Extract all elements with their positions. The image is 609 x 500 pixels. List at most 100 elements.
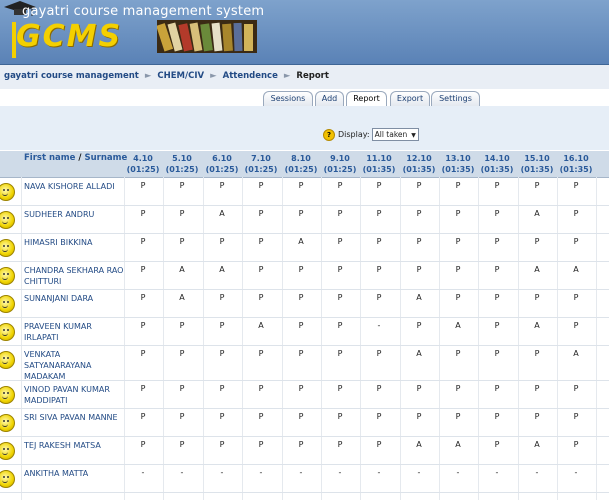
breadcrumb-current: Report	[296, 71, 329, 81]
attendance-mark: P	[219, 181, 225, 190]
attendance-mark: -	[456, 468, 460, 477]
attendance-mark: -	[180, 468, 184, 477]
session-date: 16.10	[563, 154, 589, 163]
column-divider	[518, 177, 519, 500]
student-name-link[interactable]: NAVA KISHORE ALLADI	[24, 181, 124, 192]
session-time: (01:35)	[480, 165, 514, 174]
session-time: (01:35)	[441, 165, 475, 174]
site-logo[interactable]: GCMS	[16, 16, 122, 58]
attendance-mark: P	[494, 384, 500, 393]
attendance-mark: P	[573, 321, 579, 330]
attendance-mark: P	[494, 412, 500, 421]
row-divider	[0, 261, 609, 262]
attendance-mark: P	[376, 349, 382, 358]
filter-panel	[0, 106, 609, 150]
attendance-mark: P	[376, 265, 382, 274]
tab-export[interactable]: Export	[390, 91, 430, 106]
user-avatar-icon[interactable]	[0, 414, 15, 432]
column-divider	[21, 177, 22, 500]
session-date: 6.10	[212, 154, 232, 163]
row-divider	[0, 289, 609, 290]
session-column-header: 15.10 (01:35)	[517, 153, 557, 175]
session-time: (01:25)	[165, 165, 199, 174]
column-divider	[203, 177, 204, 500]
attendance-mark: P	[376, 412, 382, 421]
sort-surname-link[interactable]: Surname	[84, 153, 127, 163]
user-avatar-icon[interactable]	[0, 267, 15, 285]
breadcrumb: gayatri course management ► CHEM/CIV ► Atten…	[4, 71, 329, 81]
tab-report[interactable]: Report	[346, 91, 387, 106]
student-name-link[interactable]: PRAVEEN KUMAR IRLAPATI	[24, 321, 124, 343]
breadcrumb-attendance[interactable]: Attendence	[223, 71, 278, 81]
student-name-link[interactable]: SUDHEER ANDRU	[24, 209, 124, 220]
attendance-mark: P	[455, 293, 461, 302]
attendance-mark: P	[376, 237, 382, 246]
attendance-mark: P	[494, 321, 500, 330]
session-date: 13.10	[445, 154, 471, 163]
row-divider	[0, 436, 609, 437]
attendance-mark: P	[258, 293, 264, 302]
student-name-link[interactable]: VENKATA SATYANARAYANA MADAKAM	[24, 349, 124, 382]
student-name-link[interactable]: VINOD PAVAN KUMAR MADDIPATI	[24, 384, 124, 406]
tab-settings[interactable]: Settings	[431, 91, 480, 106]
student-name-link[interactable]: SUNANJANI DARA	[24, 293, 124, 304]
attendance-mark: -	[338, 468, 342, 477]
user-avatar-icon[interactable]	[0, 183, 15, 201]
user-avatar-icon[interactable]	[0, 295, 15, 313]
help-icon[interactable]: ?	[323, 128, 335, 141]
breadcrumb-course[interactable]: CHEM/CIV	[157, 71, 204, 81]
attendance-mark: P	[337, 209, 343, 218]
attendance-mark: P	[298, 321, 304, 330]
user-avatar-icon[interactable]	[0, 239, 15, 257]
attendance-mark: A	[534, 321, 540, 330]
session-date: 14.10	[484, 154, 510, 163]
session-date: 8.10	[291, 154, 311, 163]
row-divider	[0, 464, 609, 465]
attendance-mark: P	[494, 349, 500, 358]
attendance-mark: A	[416, 293, 422, 302]
attendance-mark: P	[455, 384, 461, 393]
student-name-link[interactable]: HIMASRI BIKKINA	[24, 237, 124, 248]
student-name-link[interactable]: ANKITHA MATTA	[24, 468, 124, 479]
attendance-mark: A	[573, 265, 579, 274]
attendance-mark: P	[219, 349, 225, 358]
column-divider	[557, 177, 558, 500]
session-column-header: 16.10 (01:35)	[556, 153, 596, 175]
session-column-header: 7.10 (01:25)	[241, 153, 281, 175]
attendance-mark: P	[494, 237, 500, 246]
attendance-mark: A	[179, 293, 185, 302]
attendance-mark: -	[299, 468, 303, 477]
student-name-link[interactable]: TEJ RAKESH MATSA	[24, 440, 124, 451]
student-name-link[interactable]: SRI SIVA PAVAN MANNE	[24, 412, 124, 423]
attendance-mark: P	[416, 265, 422, 274]
attendance-mark: P	[219, 384, 225, 393]
attendance-mark: P	[494, 209, 500, 218]
attendance-mark: -	[417, 468, 421, 477]
user-avatar-icon[interactable]	[0, 470, 15, 488]
user-avatar-icon[interactable]	[0, 323, 15, 341]
session-date: 9.10	[330, 154, 350, 163]
attendance-mark: P	[337, 237, 343, 246]
attendance-mark: P	[416, 384, 422, 393]
attendance-mark: P	[376, 384, 382, 393]
sort-first-name-link[interactable]: First name	[24, 153, 75, 163]
user-avatar-icon[interactable]	[0, 211, 15, 229]
attendance-mark: A	[219, 265, 225, 274]
attendance-mark: P	[573, 181, 579, 190]
breadcrumb-site[interactable]: gayatri course management	[4, 71, 139, 81]
user-avatar-icon[interactable]	[0, 351, 15, 369]
attendance-mark: P	[179, 412, 185, 421]
attendance-mark: P	[258, 384, 264, 393]
student-name-link[interactable]: CHANDRA SEKHARA RAO CHITTURI	[24, 265, 124, 287]
attendance-mark: P	[258, 237, 264, 246]
tab-sessions[interactable]: Sessions	[263, 91, 313, 106]
user-avatar-icon[interactable]	[0, 442, 15, 460]
attendance-mark: P	[534, 181, 540, 190]
attendance-mark: P	[416, 209, 422, 218]
user-avatar-icon[interactable]	[0, 386, 15, 404]
display-select[interactable]: All taken ▼	[371, 128, 419, 141]
tab-add[interactable]: Add	[315, 91, 344, 106]
session-column-header: 9.10 (01:25)	[320, 153, 360, 175]
row-divider	[0, 233, 609, 234]
attendance-mark: A	[573, 349, 579, 358]
